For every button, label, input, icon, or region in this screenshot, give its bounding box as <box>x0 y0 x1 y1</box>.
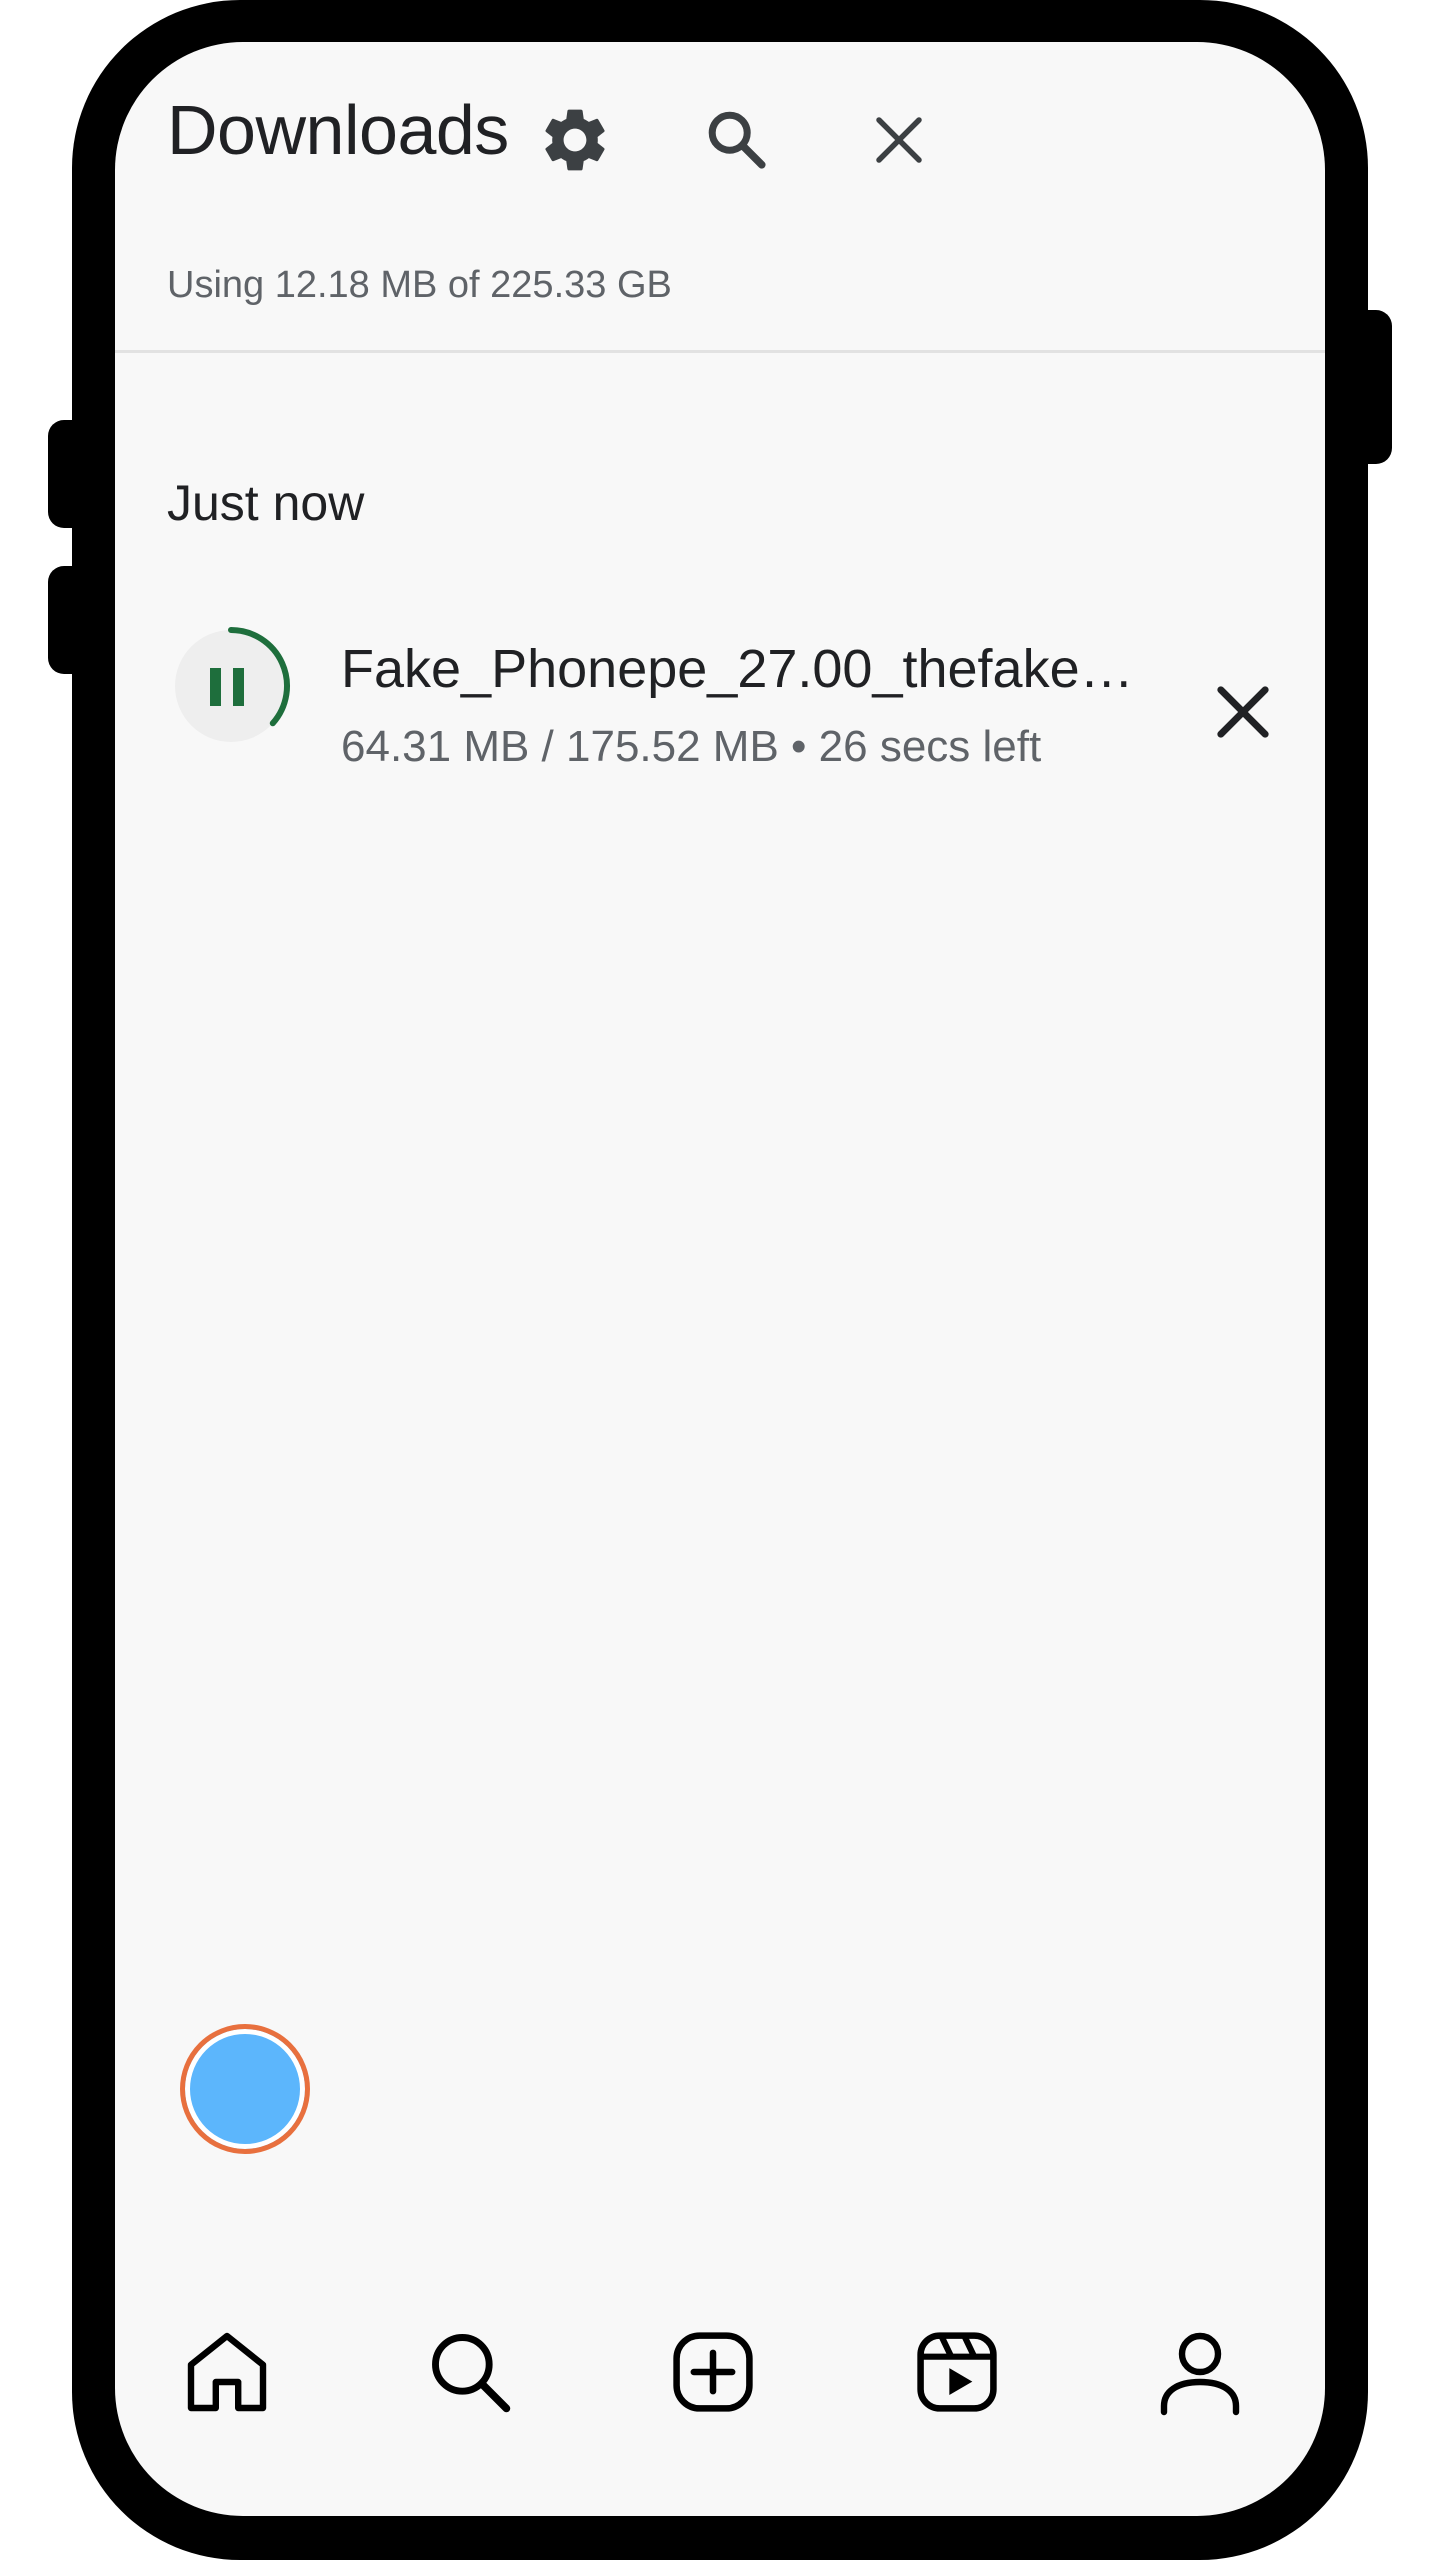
settings-button[interactable] <box>533 98 617 182</box>
pause-button[interactable] <box>167 622 295 750</box>
search-icon <box>708 111 766 169</box>
search-button[interactable] <box>695 98 779 182</box>
avatar[interactable] <box>180 2024 310 2154</box>
close-button[interactable] <box>857 98 941 182</box>
nav-home[interactable] <box>167 2312 287 2432</box>
close-icon <box>1217 686 1269 738</box>
progress-ring <box>175 627 290 742</box>
storage-usage: Using 12.18 MB of 225.33 GB <box>167 264 672 306</box>
nav-profile[interactable] <box>1140 2312 1260 2432</box>
phone-screen: Downloads Using 12.18 MB of 225.33 GB Ju… <box>115 42 1325 2516</box>
search-icon <box>432 2334 511 2413</box>
file-name: Fake_Phonepe_27.00_thefakep... <box>341 639 1141 699</box>
profile-icon <box>1160 2332 1240 2416</box>
page-title: Downloads <box>167 91 509 169</box>
gear-icon <box>545 109 605 171</box>
bottom-nav <box>115 2312 1325 2472</box>
close-icon <box>876 117 922 163</box>
home-icon <box>187 2332 267 2412</box>
reels-icon <box>917 2332 997 2412</box>
header-divider <box>115 350 1325 353</box>
cancel-download-button[interactable] <box>1205 674 1281 750</box>
file-progress-text: 64.31 MB / 175.52 MB • 26 secs left <box>341 722 1042 771</box>
nav-search[interactable] <box>410 2312 530 2432</box>
nav-create[interactable] <box>653 2312 773 2432</box>
section-label: Just now <box>167 475 365 531</box>
nav-reels[interactable] <box>897 2312 1017 2432</box>
download-item[interactable]: Fake_Phonepe_27.00_thefakep... 64.31 MB … <box>115 602 1325 802</box>
create-icon <box>673 2332 753 2412</box>
stage: Downloads Using 12.18 MB of 225.33 GB Ju… <box>0 0 1440 2560</box>
